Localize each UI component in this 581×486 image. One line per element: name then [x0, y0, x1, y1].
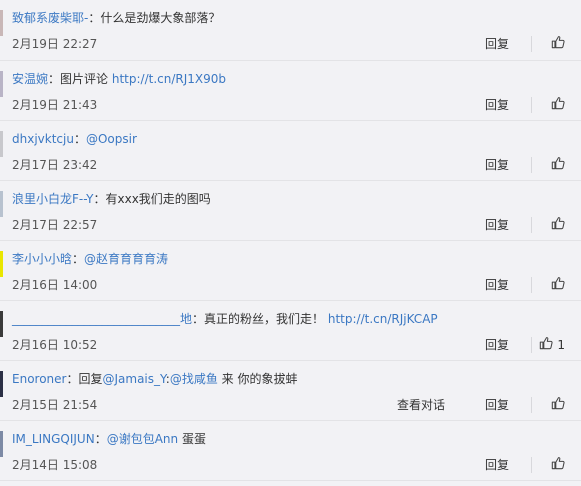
separator: ： — [93, 192, 106, 206]
timestamp: 2月16日 14:00 — [12, 278, 98, 292]
username-link[interactable]: Enoroner — [12, 372, 66, 386]
username-link[interactable]: 浪里小白龙F--Y — [12, 192, 93, 206]
like-button[interactable] — [551, 456, 565, 474]
avatar — [0, 71, 3, 97]
reply-link[interactable]: 回复 — [485, 457, 509, 473]
separator: ： — [72, 252, 85, 266]
like-button[interactable] — [551, 156, 565, 174]
comment-row: Enoroner：回复@Jamais_Y:@找咸鱼 来 你的象拔蚌 2月15日 2… — [0, 361, 581, 421]
comment-text: ____________________________地：真正的粉丝，我们走！… — [12, 311, 438, 327]
mention-link[interactable]: @找咸鱼 — [170, 372, 218, 386]
reply-link[interactable]: 回复 — [485, 157, 509, 173]
comment-text: 致郁系废柴耶-：什么是劲爆大象部落？ — [12, 10, 220, 26]
like-button[interactable]: 1 — [539, 336, 565, 354]
reply-link[interactable]: 回复 — [485, 97, 509, 113]
separator: ： — [66, 372, 79, 386]
thumbs-up-icon — [551, 276, 565, 294]
comment-body: 蛋蛋 — [178, 432, 206, 446]
like-button[interactable] — [551, 276, 565, 294]
timestamp: 2月17日 22:57 — [12, 218, 98, 232]
timestamp: 2月17日 23:42 — [12, 158, 98, 172]
mention-link[interactable]: @Oopsir — [86, 132, 137, 146]
comment-list: 致郁系废柴耶-：什么是劲爆大象部落？ 2月19日 22:27 回复 安温婉：图片评论 … — [0, 0, 581, 486]
url-link[interactable]: http://t.cn/RJjKCAP — [328, 312, 438, 326]
username-link[interactable]: ____________________________地 — [12, 312, 192, 326]
reply-link[interactable]: 回复 — [485, 397, 509, 413]
reply-link[interactable]: 回复 — [485, 36, 509, 52]
comment-text: 李小小小晗：@赵育育育育涛 — [12, 251, 168, 267]
like-count: 1 — [557, 338, 565, 352]
reply-link[interactable]: 回复 — [485, 337, 509, 353]
thumbs-up-icon — [551, 96, 565, 114]
view-conversation-link[interactable]: 查看对话 — [397, 397, 445, 413]
thumbs-up-icon — [551, 156, 565, 174]
thumbs-up-icon — [551, 396, 565, 414]
avatar — [0, 311, 3, 337]
mention-link[interactable]: @Jamais_Y — [103, 372, 166, 386]
action-divider — [531, 457, 532, 473]
avatar — [0, 251, 3, 277]
username-link[interactable]: 李小小小晗 — [12, 252, 72, 266]
comment-body: 真正的粉丝，我们走！ — [204, 312, 328, 326]
timestamp: 2月16日 10:52 — [12, 338, 98, 352]
username-link[interactable]: IM_LINGQIJUN — [12, 432, 95, 446]
username-link[interactable]: 安温婉 — [12, 72, 48, 86]
comment-text: 浪里小白龙F--Y：有xxx我们走的图吗 — [12, 191, 211, 207]
avatar — [0, 371, 3, 397]
comment-row: 浪里小白龙F--Y：有xxx我们走的图吗 2月17日 22:57 回复 — [0, 181, 581, 241]
action-divider — [531, 157, 532, 173]
url-link[interactable]: http://t.cn/RJ1X90b — [112, 72, 226, 86]
mention-link[interactable]: @谢包包Ann — [107, 432, 178, 446]
username-link[interactable]: dhxjvktcju — [12, 132, 74, 146]
like-button[interactable] — [551, 35, 565, 53]
comment-body: 什么是劲爆大象部落？ — [100, 11, 221, 25]
comment-row: IM_LINGQIJUN：@谢包包Ann 蛋蛋 2月14日 15:08 回复 — [0, 421, 581, 481]
comment-row: 致郁系废柴耶-：什么是劲爆大象部落？ 2月19日 22:27 回复 — [0, 0, 581, 61]
like-button[interactable] — [551, 216, 565, 234]
thumbs-up-icon — [539, 336, 553, 354]
separator: ： — [192, 312, 205, 326]
comment-body: 来 你的象拔蚌 — [217, 372, 298, 386]
separator: ： — [48, 72, 61, 86]
timestamp: 2月14日 15:08 — [12, 458, 98, 472]
mention-link[interactable]: @赵育育育育涛 — [84, 252, 168, 266]
separator: ： — [88, 11, 101, 25]
avatar — [0, 191, 3, 217]
comment-body: 图片评论 — [60, 72, 112, 86]
action-divider — [531, 217, 532, 233]
thumbs-up-icon — [551, 216, 565, 234]
like-button[interactable] — [551, 396, 565, 414]
timestamp: 2月19日 21:43 — [12, 98, 98, 112]
comment-row: 李小小小晗：@赵育育育育涛 2月16日 14:00 回复 — [0, 241, 581, 301]
comment-body: 有xxx我们走的图吗 — [105, 192, 211, 206]
timestamp: 2月19日 22:27 — [12, 37, 98, 51]
thumbs-up-icon — [551, 456, 565, 474]
action-divider — [531, 277, 532, 293]
reply-link[interactable]: 回复 — [485, 217, 509, 233]
thumbs-up-icon — [551, 35, 565, 53]
comment-row: ____________________________地：真正的粉丝，我们走！… — [0, 301, 581, 361]
action-divider — [531, 337, 532, 353]
username-link[interactable]: 致郁系废柴耶- — [12, 11, 88, 25]
separator: ： — [94, 432, 107, 446]
action-divider — [531, 97, 532, 113]
reply-link[interactable]: 回复 — [485, 277, 509, 293]
comment-row: 安温婉：图片评论 http://t.cn/RJ1X90b 2月19日 21:43 回… — [0, 61, 581, 121]
separator: ： — [73, 132, 86, 146]
avatar — [0, 10, 3, 36]
action-divider — [531, 36, 532, 52]
like-button[interactable] — [551, 96, 565, 114]
action-divider — [531, 397, 532, 413]
comment-body: 回复 — [78, 372, 103, 386]
comment-text: IM_LINGQIJUN：@谢包包Ann 蛋蛋 — [12, 431, 206, 447]
timestamp: 2月15日 21:54 — [12, 398, 98, 412]
comment-text: 安温婉：图片评论 http://t.cn/RJ1X90b — [12, 71, 226, 87]
comment-text: Enoroner：回复@Jamais_Y:@找咸鱼 来 你的象拔蚌 — [12, 371, 297, 387]
comment-row: dhxjvktcju：@Oopsir 2月17日 23:42 回复 — [0, 121, 581, 181]
comment-text: dhxjvktcju：@Oopsir — [12, 131, 137, 147]
avatar — [0, 131, 3, 157]
avatar — [0, 431, 3, 457]
